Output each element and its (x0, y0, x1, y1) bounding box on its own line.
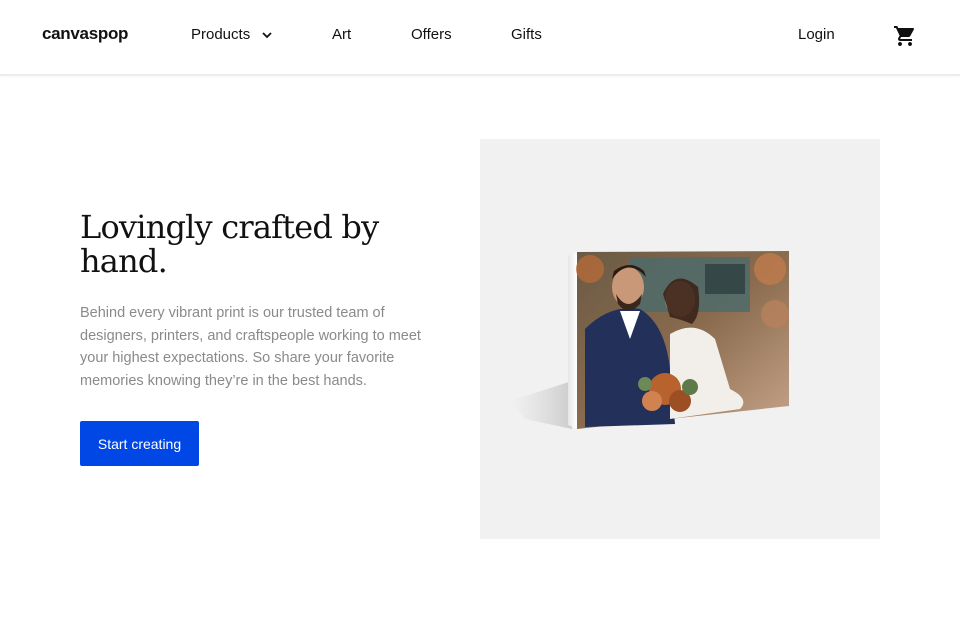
hero-headline: Lovingly crafted by hand. (80, 208, 379, 280)
nav-products[interactable]: Products (191, 26, 274, 43)
canvas-print-image (510, 251, 789, 429)
site-header: canvaspop Products Art Offers Gifts Logi… (0, 0, 960, 76)
shopping-cart-icon[interactable] (893, 24, 917, 48)
hero-body-text: Behind every vibrant print is our truste… (80, 305, 421, 389)
nav-gifts[interactable]: Gifts (511, 26, 542, 43)
nav-art[interactable]: Art (332, 26, 351, 43)
nav-products-label: Products (191, 26, 251, 43)
nav-offers[interactable]: Offers (411, 26, 452, 43)
logo[interactable]: canvaspop (42, 24, 128, 44)
start-creating-button[interactable]: Start creating (80, 421, 199, 466)
product-image-panel (480, 139, 880, 539)
login-link[interactable]: Login (798, 26, 835, 43)
chevron-down-icon (262, 31, 272, 38)
